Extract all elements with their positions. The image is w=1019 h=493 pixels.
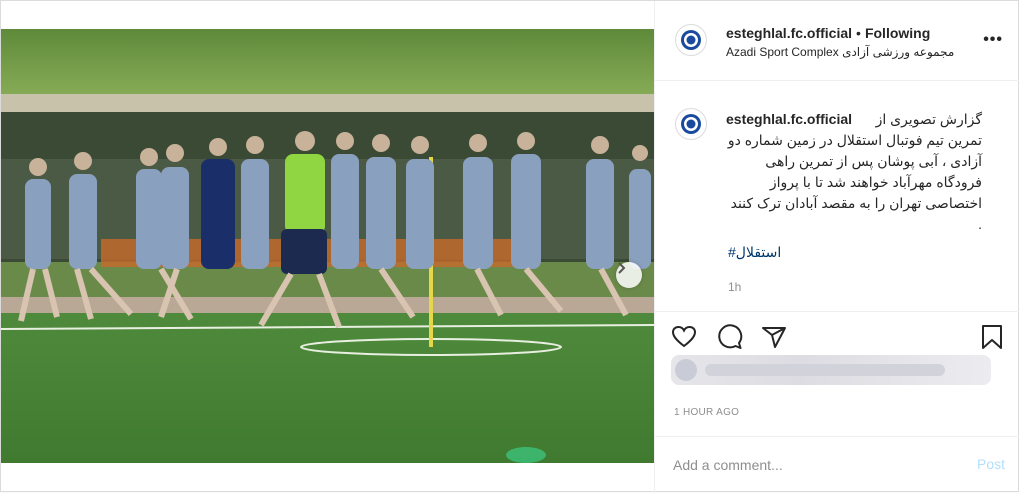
post-header: esteghlal.fc.official • Following Azadi … xyxy=(655,1,1019,81)
post-timestamp: 1 HOUR AGO xyxy=(674,407,740,418)
caption-username-link[interactable]: esteghlal.fc.official xyxy=(726,109,852,130)
caption-body: گزارش تصویری از تمرین تیم فوتبال استقلال… xyxy=(723,111,982,232)
heart-icon[interactable] xyxy=(671,324,697,350)
username-link[interactable]: esteghlal.fc.official xyxy=(726,25,852,41)
location-link[interactable]: Azadi Sport Complex مجموعه ورزشی آزادی xyxy=(726,45,954,59)
bookmark-icon[interactable] xyxy=(979,324,1005,350)
caption-area: esteghlal.fc.official گزارش تصویری از تمر… xyxy=(655,81,1019,311)
more-options-icon[interactable]: ••• xyxy=(983,31,1003,49)
comment-input[interactable] xyxy=(673,455,953,475)
avatar[interactable] xyxy=(675,108,707,140)
esteghlal-logo-icon xyxy=(681,114,701,134)
chevron-right-icon xyxy=(618,262,626,274)
comment-bar: Post xyxy=(655,436,1019,493)
paper-plane-icon[interactable] xyxy=(761,324,787,350)
team-training-photo xyxy=(1,29,654,463)
avatar[interactable] xyxy=(675,24,707,56)
header-line: esteghlal.fc.official • Following xyxy=(726,25,930,41)
caption-text: esteghlal.fc.official گزارش تصویری از تمر… xyxy=(726,109,982,235)
esteghlal-logo-icon xyxy=(681,30,701,50)
post-side-panel: esteghlal.fc.official • Following Azadi … xyxy=(654,1,1019,493)
hashtag-link[interactable]: #استقلال xyxy=(728,244,781,261)
post-image[interactable] xyxy=(1,29,654,463)
separator-dot: • xyxy=(856,25,861,41)
caption-timestamp: 1h xyxy=(728,280,742,294)
likes-section-blurred xyxy=(671,355,991,385)
liker-avatar xyxy=(675,359,697,381)
action-bar xyxy=(655,311,1019,361)
instagram-post: esteghlal.fc.official • Following Azadi … xyxy=(0,0,1019,493)
post-comment-button[interactable]: Post xyxy=(977,456,1005,472)
likes-text-blurred xyxy=(705,364,945,376)
comment-icon[interactable] xyxy=(717,324,743,350)
carousel-next-button[interactable] xyxy=(616,262,642,288)
following-button[interactable]: Following xyxy=(865,25,930,41)
